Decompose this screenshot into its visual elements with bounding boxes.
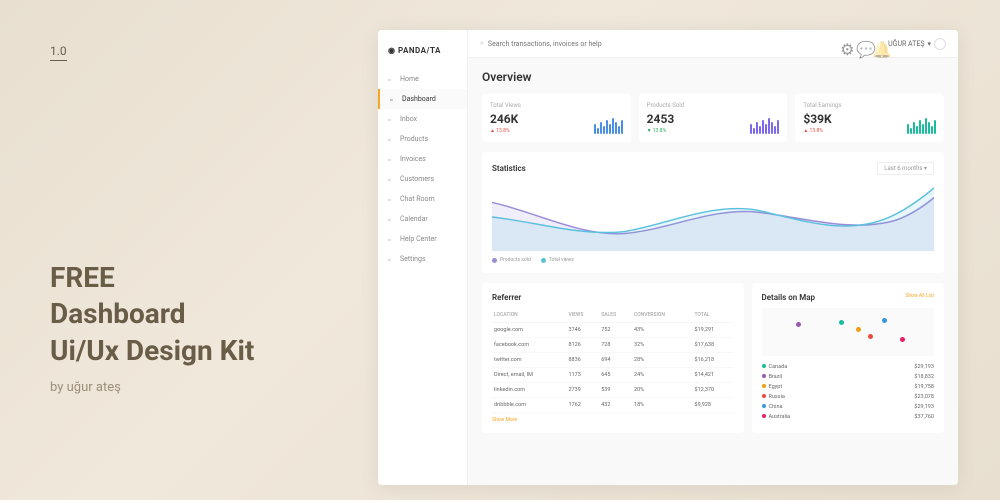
sparkline-chart xyxy=(594,116,623,134)
sidebar-item-help-center[interactable]: ▫Help Center xyxy=(378,229,467,249)
world-map xyxy=(762,308,935,356)
avatar xyxy=(934,38,946,50)
bell-icon[interactable]: 🔔 xyxy=(872,40,880,48)
user-menu[interactable]: UĞUR ATEŞ ▾ xyxy=(888,38,946,50)
kpi-card: Products Sold2453▼ 13.8% xyxy=(639,94,788,142)
map-pin[interactable] xyxy=(900,337,905,342)
version-badge: 1.0 xyxy=(50,44,67,61)
sidebar-item-inbox[interactable]: ▫Inbox xyxy=(378,109,467,129)
nav-icon: ▫ xyxy=(388,76,395,83)
nav-icon: ▫ xyxy=(388,216,395,223)
sidebar-item-products[interactable]: ▫Products xyxy=(378,129,467,149)
chat-icon[interactable]: 💬 xyxy=(856,40,864,48)
search-bar[interactable]: ⌕ xyxy=(480,39,832,48)
nav-icon: ▫ xyxy=(388,256,395,263)
map-pin[interactable] xyxy=(882,318,887,323)
nav-icon: ▫ xyxy=(388,176,395,183)
table-row[interactable]: linkedin.com273953920%$12,370 xyxy=(492,383,734,398)
map-card: Details on Map Show All List Canada$29,1… xyxy=(752,283,945,433)
search-input[interactable] xyxy=(488,40,832,48)
search-icon: ⌕ xyxy=(480,39,484,48)
referrer-card: Referrer LOCATIONVIEWSSALESCONVERSIONTOT… xyxy=(482,283,744,433)
table-row[interactable]: google.com374675243%$19,291 xyxy=(492,323,734,338)
map-country-row: Canada$29,193 xyxy=(762,362,935,372)
map-show-all-link[interactable]: Show All List xyxy=(905,293,934,302)
statistics-card: Statistics Last 6 months ▾ Products sold… xyxy=(482,152,944,273)
nav-icon: ▫ xyxy=(388,236,395,243)
topbar: ⌕ ⚙ 💬 🔔 UĞUR ATEŞ ▾ xyxy=(468,30,958,58)
map-country-row: Russia$23,078 xyxy=(762,392,935,402)
show-more-link[interactable]: Show More xyxy=(492,417,734,423)
sidebar-item-home[interactable]: ▫Home xyxy=(378,69,467,89)
map-title: Details on Map xyxy=(762,293,816,302)
map-country-row: Egypt$19,758 xyxy=(762,382,935,392)
nav-icon: ▫ xyxy=(388,156,395,163)
table-row[interactable]: Direct, email, IM117364524%$14,421 xyxy=(492,368,734,383)
legend-item: Total views xyxy=(541,257,574,263)
map-pin[interactable] xyxy=(868,334,873,339)
nav-icon: ▫ xyxy=(388,116,395,123)
nav-icon: ▫ xyxy=(390,96,397,103)
map-pin[interactable] xyxy=(839,320,844,325)
promo-title: FREE Dashboard Ui/Ux Design Kit xyxy=(50,260,254,369)
table-row[interactable]: facebook.com812672832%$17,638 xyxy=(492,338,734,353)
sparkline-chart xyxy=(750,116,779,134)
stats-chart xyxy=(492,183,934,251)
map-pin[interactable] xyxy=(796,322,801,327)
stats-title: Statistics xyxy=(492,164,526,173)
sidebar-item-chat-room[interactable]: ▫Chat Room xyxy=(378,189,467,209)
sidebar-item-calendar[interactable]: ▫Calendar xyxy=(378,209,467,229)
referrer-table: LOCATIONVIEWSSALESCONVERSIONTOTAL google… xyxy=(492,308,734,413)
sidebar-item-settings[interactable]: ▫Settings xyxy=(378,249,467,269)
sidebar-item-invoices[interactable]: ▫Invoices xyxy=(378,149,467,169)
sidebar-item-customers[interactable]: ▫Customers xyxy=(378,169,467,189)
nav-icon: ▫ xyxy=(388,136,395,143)
legend-item: Products sold xyxy=(492,257,531,263)
dashboard-app: ◉ PANDA/TA ▫Home▫Dashboard▫Inbox▫Product… xyxy=(378,30,958,485)
map-pin[interactable] xyxy=(856,327,861,332)
map-country-row: Australia$37,760 xyxy=(762,412,935,422)
sidebar: ◉ PANDA/TA ▫Home▫Dashboard▫Inbox▫Product… xyxy=(378,30,468,485)
sidebar-item-dashboard[interactable]: ▫Dashboard xyxy=(378,89,467,109)
referrer-title: Referrer xyxy=(492,293,734,302)
map-country-row: China$29,193 xyxy=(762,402,935,412)
table-row[interactable]: dribbble.com176243218%$9,928 xyxy=(492,398,734,413)
gear-icon[interactable]: ⚙ xyxy=(840,40,848,48)
promo-author: by uğur ateş xyxy=(50,380,121,395)
brand-logo: ◉ PANDA/TA xyxy=(378,38,467,63)
map-country-row: Brazil$18,832 xyxy=(762,372,935,382)
table-row[interactable]: twitter.com883669428%$16,218 xyxy=(492,353,734,368)
kpi-card: Total Earnings$39K▲ 13.8% xyxy=(795,94,944,142)
kpi-card: Total Views246K▲ 13.8% xyxy=(482,94,631,142)
page-title: Overview xyxy=(482,70,944,84)
sparkline-chart xyxy=(907,116,936,134)
nav-icon: ▫ xyxy=(388,196,395,203)
range-dropdown[interactable]: Last 6 months ▾ xyxy=(877,162,934,175)
